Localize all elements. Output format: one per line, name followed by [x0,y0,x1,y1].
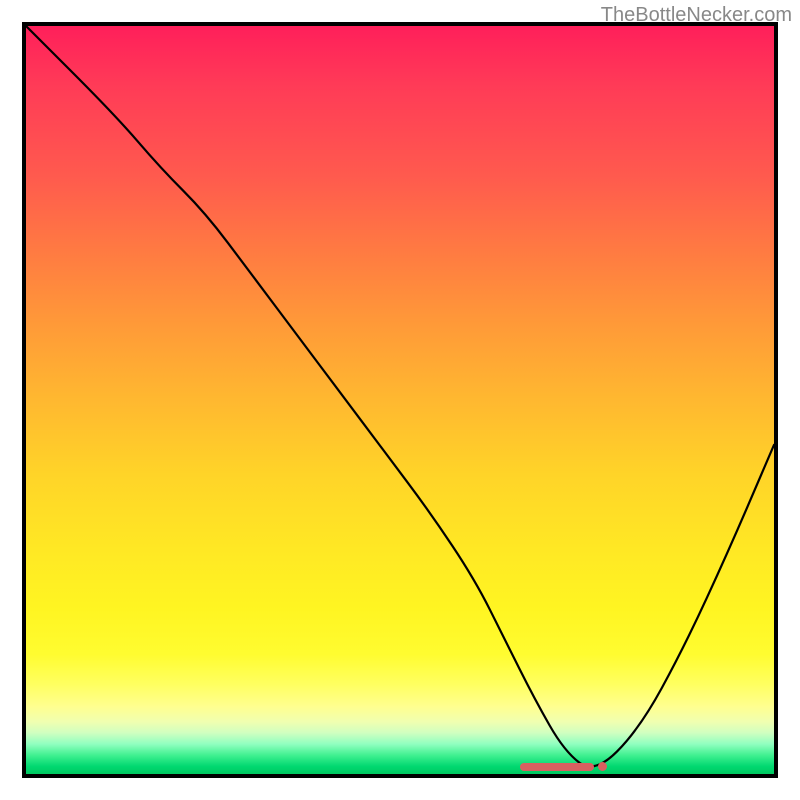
bottleneck-curve-line [26,26,774,774]
optimal-range-marker [520,763,595,771]
chart-plot-area [22,22,778,778]
watermark-text: TheBottleNecker.com [601,4,792,27]
